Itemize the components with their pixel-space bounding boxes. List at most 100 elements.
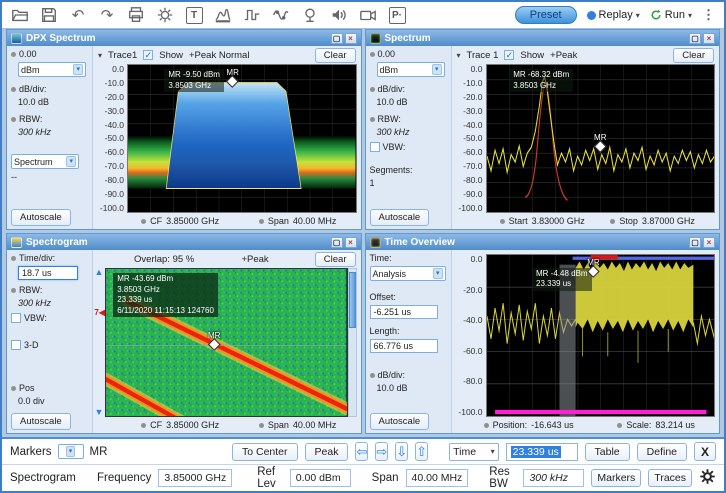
vbw-checkbox[interactable]	[11, 313, 21, 323]
window-close-button[interactable]: ×	[345, 237, 357, 248]
chevron-down-icon[interactable]: ▾	[688, 11, 692, 20]
marker-table-button[interactable]: Table	[585, 443, 630, 461]
settings-gear-icon[interactable]	[699, 468, 716, 488]
marker-mr[interactable]: MR	[208, 331, 220, 349]
touch-icon[interactable]	[300, 5, 320, 25]
marker-position-input[interactable]: 23.339 us	[506, 443, 578, 461]
3d-checkbox[interactable]	[11, 340, 21, 350]
markers-close-button[interactable]: X	[694, 442, 716, 461]
window-restore-button[interactable]: ▢	[689, 33, 701, 44]
window-close-button[interactable]: ×	[703, 237, 715, 248]
res-bw-input[interactable]: 300 kHz	[523, 469, 584, 487]
start-value[interactable]: 3.83000 GHz	[532, 216, 585, 226]
position-value[interactable]: -16.643 us	[531, 420, 574, 430]
polar-display-icon[interactable]: P·	[387, 5, 407, 25]
chevron-down-icon[interactable]: ▾	[98, 51, 102, 60]
pulse-icon[interactable]	[242, 5, 262, 25]
offset-input[interactable]: -6.251 us	[370, 305, 438, 319]
length-input[interactable]: 66.776 us	[370, 339, 438, 353]
span-value[interactable]: 40.00 MHz	[293, 216, 337, 226]
time-overview-plot[interactable]: MR -4.48 dBm23.339 us MR	[486, 254, 716, 417]
dpx-plot[interactable]: MR -9.50 dBm3.8503 GHz MR	[127, 64, 357, 213]
chevron-down-icon[interactable]: ▾	[636, 11, 640, 20]
window-restore-button[interactable]: ▢	[689, 237, 701, 248]
window-close-button[interactable]: ×	[345, 33, 357, 44]
frequency-input[interactable]: 3.85000 GHz	[158, 469, 232, 487]
scrollbar-thumb[interactable]	[349, 272, 356, 328]
peak-lower-button[interactable]: ⇩	[395, 442, 408, 461]
clear-button[interactable]: Clear	[673, 48, 714, 63]
chevron-down-icon[interactable]: ▾	[457, 51, 461, 60]
scroll-up-icon[interactable]: ▲	[95, 268, 104, 277]
clear-button[interactable]: Clear	[315, 252, 356, 267]
redo-icon[interactable]: ↷	[97, 5, 117, 25]
marker-mr[interactable]: MR	[587, 258, 599, 276]
camera-icon[interactable]	[358, 5, 378, 25]
peak-higher-button[interactable]: ⇧	[415, 442, 428, 461]
show-checkbox[interactable]: ✓	[143, 50, 153, 60]
to-center-button[interactable]: To Center	[232, 443, 298, 461]
show-checkbox[interactable]: ✓	[504, 50, 514, 60]
time-div-input[interactable]: 18.7 us	[18, 266, 78, 280]
spectrogram-titlebar[interactable]: Spectrogram ▢×	[7, 234, 361, 250]
window-restore-button[interactable]: ▢	[331, 237, 343, 248]
time-overview-titlebar[interactable]: Time Overview ▢×	[366, 234, 720, 250]
trace-mode-dropdown[interactable]: Spectrum▾	[11, 154, 79, 169]
time-mode-dropdown[interactable]: Analysis▾	[370, 266, 446, 281]
trigger-icon[interactable]: T	[184, 5, 204, 25]
spectrum-titlebar[interactable]: Spectrum ▢×	[366, 30, 720, 46]
autoscale-button[interactable]: Autoscale	[370, 209, 430, 226]
spectrogram-plot[interactable]: MR -43.69 dBm3.8503 GHz 23.339 us6/11/20…	[105, 268, 348, 417]
ref-level-value[interactable]: 0.00	[378, 49, 396, 59]
marker-mr[interactable]: MR	[226, 68, 238, 86]
autoscale-button[interactable]: Autoscale	[370, 413, 430, 430]
scale-value[interactable]: 83.214 us	[655, 420, 695, 430]
marker-mr[interactable]: MR	[594, 133, 606, 151]
dpx-display-icon[interactable]	[213, 5, 233, 25]
waveform-icon[interactable]	[271, 5, 291, 25]
peak-right-button[interactable]: ⇨	[375, 442, 388, 461]
autoscale-button[interactable]: Autoscale	[11, 413, 71, 430]
settings-gear-icon[interactable]	[155, 5, 175, 25]
pos-value[interactable]: 0.0 div	[18, 396, 88, 406]
ref-level-value[interactable]: 0.00	[19, 49, 37, 59]
segments-value[interactable]: 1	[370, 178, 375, 188]
span-value[interactable]: 40.00 MHz	[293, 420, 337, 430]
peak-button[interactable]: Peak	[305, 443, 349, 461]
ref-lev-input[interactable]: 0.00 dBm	[290, 469, 351, 487]
scroll-down-icon[interactable]: ▼	[95, 408, 104, 417]
spectrum-plot[interactable]: MR -68.32 dBm3.8503 GHz MR	[486, 64, 716, 213]
units-dropdown[interactable]: dBm▾	[18, 62, 86, 77]
run-control[interactable]: Run ▾	[650, 9, 692, 21]
db-div-value[interactable]: 10.0 dB	[18, 97, 88, 107]
save-icon[interactable]	[39, 5, 59, 25]
traces-panel-button[interactable]: Traces	[648, 469, 692, 487]
preset-button[interactable]: Preset	[515, 6, 577, 24]
rbw-value[interactable]: 300 kHz	[377, 127, 447, 137]
clear-button[interactable]: Clear	[315, 48, 356, 63]
replay-control[interactable]: Replay ▾	[587, 9, 640, 21]
rbw-value[interactable]: 300 kHz	[18, 127, 88, 137]
dpx-titlebar[interactable]: DPX Spectrum ▢×	[7, 30, 361, 46]
spectrogram-history-scrollbar[interactable]	[348, 268, 357, 417]
marker-define-button[interactable]: Define	[637, 443, 687, 461]
span-input[interactable]: 40.00 MHz	[406, 469, 469, 487]
marker-readout-type-dropdown[interactable]: Time▾	[449, 443, 499, 461]
db-div-value[interactable]: 10.0 dB	[377, 383, 447, 393]
window-close-button[interactable]: ×	[703, 33, 715, 44]
rbw-value[interactable]: 300 kHz	[18, 298, 88, 308]
units-dropdown[interactable]: dBm▾	[377, 62, 445, 77]
window-restore-button[interactable]: ▢	[331, 33, 343, 44]
undo-icon[interactable]: ↶	[68, 5, 88, 25]
audio-icon[interactable]	[329, 5, 349, 25]
spectrogram-trace-scrollbar[interactable]: ▲ 7◀ ▼	[93, 268, 105, 417]
peak-left-button[interactable]: ⇦	[355, 442, 368, 461]
autoscale-button[interactable]: Autoscale	[11, 209, 71, 226]
markers-panel-button[interactable]: Markers	[591, 469, 641, 487]
trace-selector[interactable]: Trace1	[108, 50, 137, 61]
vbw-checkbox[interactable]	[370, 142, 380, 152]
stop-value[interactable]: 3.87000 GHz	[642, 216, 695, 226]
cf-value[interactable]: 3.85000 GHz	[166, 216, 219, 226]
db-div-value[interactable]: 10.0 dB	[377, 97, 447, 107]
overflow-menu-icon[interactable]: ⋮	[702, 7, 716, 23]
